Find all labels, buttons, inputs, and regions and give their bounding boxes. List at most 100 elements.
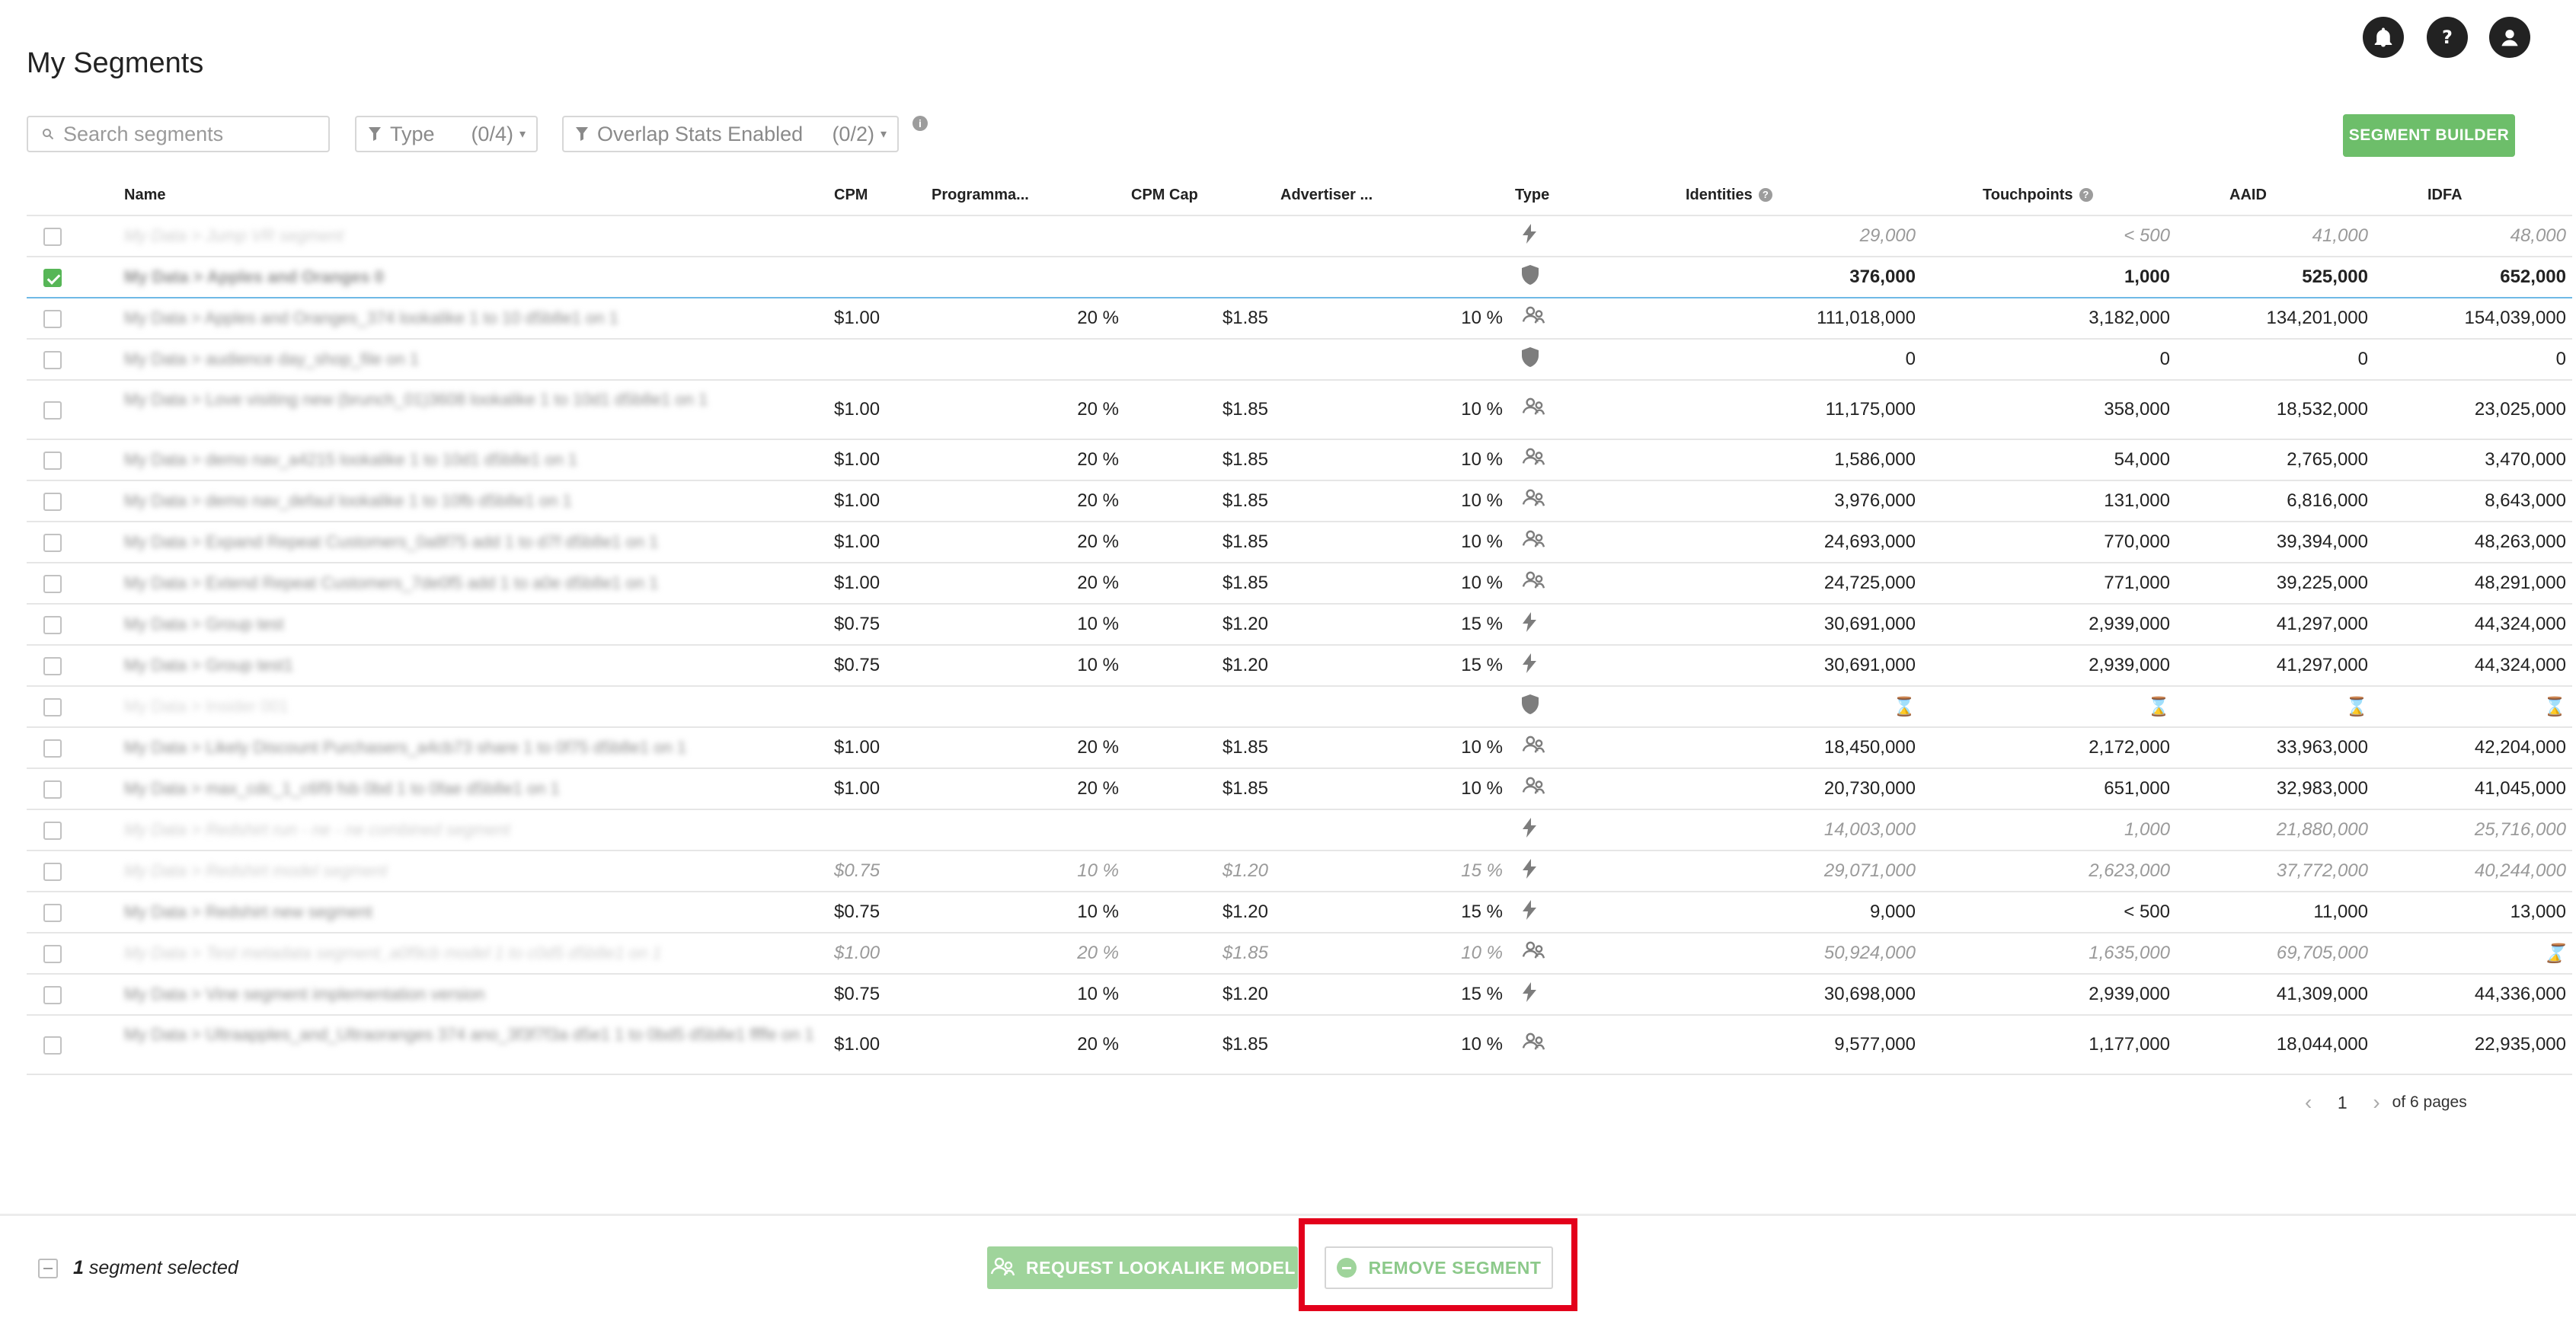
- table-row[interactable]: My Data > Redshirt run - ne - ne combine…: [27, 809, 2572, 851]
- search-box[interactable]: [27, 116, 330, 152]
- table-row[interactable]: My Data > demo nav_a4215 lookalike 1 to …: [27, 439, 2572, 481]
- segment-name[interactable]: My Data > Extend Repeat Customers_7de0f5…: [118, 563, 828, 605]
- current-page[interactable]: 1: [2324, 1093, 2360, 1113]
- header-touchpoints[interactable]: Touchpoints?: [1922, 175, 2176, 216]
- row-checkbox[interactable]: [43, 821, 62, 840]
- row-select[interactable]: [27, 522, 118, 563]
- row-select[interactable]: [27, 298, 118, 340]
- table-row[interactable]: My Data > Redshirt model segment $0.75 10 …: [27, 850, 2572, 892]
- row-select[interactable]: [27, 645, 118, 687]
- table-row[interactable]: My Data > Expand Repeat Customers_0a8f75…: [27, 522, 2572, 563]
- row-checkbox[interactable]: [43, 574, 62, 593]
- row-checkbox[interactable]: [43, 944, 62, 963]
- row-select[interactable]: [27, 563, 118, 605]
- row-select[interactable]: [27, 215, 118, 257]
- table-row[interactable]: My Data > audience day_shop_file on 1000…: [27, 339, 2572, 381]
- search-input[interactable]: [62, 121, 308, 147]
- segment-name[interactable]: My Data > demo nav_defaul lookalike 1 to…: [118, 480, 828, 522]
- segment-name[interactable]: My Data > Expand Repeat Customers_0a8f75…: [118, 522, 828, 563]
- row-checkbox[interactable]: [43, 492, 62, 511]
- row-checkbox[interactable]: [43, 615, 62, 634]
- row-select[interactable]: [27, 850, 118, 892]
- row-checkbox[interactable]: [43, 985, 62, 1004]
- row-select[interactable]: [27, 439, 118, 481]
- segment-name[interactable]: My Data > Redshirt run - ne - ne combine…: [118, 809, 828, 851]
- type-filter[interactable]: Type (0/4) ▾: [355, 116, 538, 152]
- segment-name[interactable]: My Data > Apples and Oranges_374 lookali…: [118, 298, 828, 340]
- row-select[interactable]: [27, 892, 118, 933]
- row-select[interactable]: [27, 604, 118, 646]
- segment-name[interactable]: My Data > Love visiting new (brunch_01)3…: [118, 380, 828, 440]
- segment-name[interactable]: My Data > Apples and Oranges 0: [118, 256, 828, 298]
- header-programmatic[interactable]: Programma...: [925, 175, 1125, 216]
- row-checkbox[interactable]: [43, 533, 62, 552]
- segment-name[interactable]: My Data > audience day_shop_file on 1: [118, 339, 828, 381]
- help-icon[interactable]: ?: [2079, 187, 2093, 202]
- help-icon[interactable]: ?: [2427, 17, 2468, 58]
- row-checkbox[interactable]: [43, 309, 62, 328]
- table-row[interactable]: My Data > Ultraapples_and_Ultraoranges 3…: [27, 1015, 2572, 1075]
- segment-name[interactable]: My Data > Redshirt model segment: [118, 850, 828, 892]
- row-checkbox[interactable]: [43, 268, 62, 287]
- table-row[interactable]: My Data > Insider 001 ⌛ ⌛ ⌛ ⌛: [27, 686, 2572, 728]
- table-row[interactable]: My Data > Redshirt new segment $0.75 10 % $…: [27, 892, 2572, 933]
- header-type[interactable]: Type: [1509, 175, 1625, 216]
- next-page-icon[interactable]: ›: [2360, 1090, 2392, 1115]
- header-cpm-cap[interactable]: CPM Cap: [1125, 175, 1274, 216]
- segment-name[interactable]: My Data > Ultraapples_and_Ultraoranges 3…: [118, 1015, 828, 1075]
- row-select[interactable]: [27, 480, 118, 522]
- row-checkbox[interactable]: [43, 862, 62, 881]
- deselect-all-checkbox[interactable]: [38, 1259, 58, 1278]
- table-row[interactable]: My Data > Jump VR segment 29,000 < 500 41,0…: [27, 215, 2572, 257]
- segment-name[interactable]: My Data > Insider 001: [118, 686, 828, 728]
- table-row[interactable]: My Data > Extend Repeat Customers_7de0f5…: [27, 563, 2572, 605]
- segment-name[interactable]: My Data > demo nav_a4215 lookalike 1 to …: [118, 439, 828, 481]
- segment-name[interactable]: My Data > Likely Discount Purchasers_a4c…: [118, 727, 828, 769]
- row-select[interactable]: [27, 256, 118, 298]
- row-select[interactable]: [27, 686, 118, 728]
- table-row[interactable]: My Data > Apples and Oranges_374 lookali…: [27, 298, 2572, 340]
- table-row[interactable]: My Data > demo nav_defaul lookalike 1 to…: [27, 480, 2572, 522]
- row-checkbox[interactable]: [43, 350, 62, 369]
- header-aaid[interactable]: AAID: [2176, 175, 2374, 216]
- table-row[interactable]: My Data > max_cdc_1_c6f9 fsb 0bd 1 to 0f…: [27, 768, 2572, 810]
- header-idfa[interactable]: IDFA: [2374, 175, 2572, 216]
- row-select[interactable]: [27, 933, 118, 975]
- account-icon[interactable]: [2489, 17, 2530, 58]
- notifications-icon[interactable]: [2363, 17, 2404, 58]
- table-row[interactable]: My Data > Vine segment implementation ve…: [27, 974, 2572, 1016]
- row-checkbox[interactable]: [43, 739, 62, 758]
- table-row[interactable]: My Data > Love visiting new (brunch_01)3…: [27, 380, 2572, 440]
- request-lookalike-button[interactable]: REQUEST LOOKALIKE MODEL: [987, 1246, 1298, 1289]
- row-checkbox[interactable]: [43, 401, 62, 420]
- help-icon[interactable]: ?: [1758, 187, 1772, 202]
- segment-name[interactable]: My Data > Group test1: [118, 645, 828, 687]
- segment-name[interactable]: My Data > Redshirt new segment: [118, 892, 828, 933]
- table-row[interactable]: My Data > Apples and Oranges 0 376,000 1,0…: [27, 256, 2572, 298]
- table-row[interactable]: My Data > Group test $0.75 10 % $1.20 15 % 30…: [27, 604, 2572, 646]
- header-identities[interactable]: Identities?: [1625, 175, 1922, 216]
- row-checkbox[interactable]: [43, 780, 62, 799]
- segment-builder-button[interactable]: SEGMENT BUILDER: [2343, 114, 2515, 157]
- row-select[interactable]: [27, 380, 118, 440]
- segment-name[interactable]: My Data > Jump VR segment: [118, 215, 828, 257]
- header-name[interactable]: Name: [118, 175, 828, 216]
- prev-page-icon[interactable]: ‹: [2293, 1090, 2324, 1115]
- segment-name[interactable]: My Data > Test metadata segment_a0f9cb m…: [118, 933, 828, 975]
- segment-name[interactable]: My Data > Group test: [118, 604, 828, 646]
- row-select[interactable]: [27, 727, 118, 769]
- row-checkbox[interactable]: [43, 1036, 62, 1055]
- row-select[interactable]: [27, 339, 118, 381]
- row-checkbox[interactable]: [43, 697, 62, 716]
- row-select[interactable]: [27, 809, 118, 851]
- overlap-filter[interactable]: Overlap Stats Enabled (0/2) ▾: [562, 116, 899, 152]
- table-row[interactable]: My Data > Group test1 $0.75 10 % $1.20 15 % 3…: [27, 645, 2572, 687]
- row-select[interactable]: [27, 1015, 118, 1075]
- row-checkbox[interactable]: [43, 903, 62, 922]
- row-select[interactable]: [27, 768, 118, 810]
- row-select[interactable]: [27, 974, 118, 1016]
- segment-name[interactable]: My Data > Vine segment implementation ve…: [118, 974, 828, 1016]
- row-checkbox[interactable]: [43, 656, 62, 675]
- row-checkbox[interactable]: [43, 451, 62, 470]
- table-row[interactable]: My Data > Test metadata segment_a0f9cb m…: [27, 933, 2572, 975]
